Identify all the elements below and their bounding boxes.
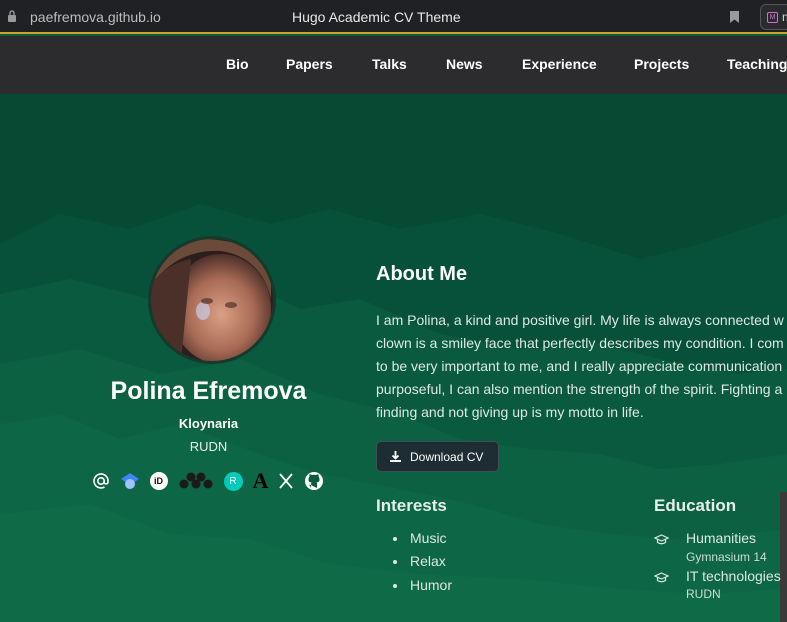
about-heading: About Me bbox=[376, 263, 468, 285]
download-icon bbox=[390, 451, 401, 462]
nav-papers[interactable]: Papers bbox=[286, 56, 333, 72]
interests-heading: Interests bbox=[376, 496, 447, 515]
education-heading: Education bbox=[654, 496, 737, 515]
interest-item: Relax bbox=[410, 553, 446, 569]
list-bullet bbox=[393, 560, 397, 564]
google-scholar-icon[interactable] bbox=[120, 472, 140, 490]
orcid-icon[interactable]: iD bbox=[149, 472, 168, 490]
bio-line: I am Polina, a kind and positive girl. M… bbox=[376, 312, 784, 328]
browser-tab[interactable]: M n bbox=[760, 4, 787, 30]
bio-line: clown is a smiley face that perfectly de… bbox=[376, 335, 784, 351]
page-title: Hugo Academic CV Theme bbox=[292, 9, 461, 25]
profile-name: Polina Efremova bbox=[110, 377, 307, 405]
extension-logo-icon: M bbox=[767, 12, 778, 23]
address-bar-url[interactable]: paefremova.github.io bbox=[30, 9, 161, 25]
site-navbar: Bio Papers Talks News Experience Project… bbox=[0, 36, 787, 94]
profile-photo bbox=[151, 239, 273, 361]
nav-talks[interactable]: Talks bbox=[372, 56, 407, 72]
bio-line: to be very important to me, and I really… bbox=[376, 358, 783, 374]
bookmark-icon[interactable] bbox=[729, 10, 740, 24]
github-icon[interactable] bbox=[304, 471, 324, 491]
download-cv-button[interactable]: Download CV bbox=[376, 441, 499, 472]
profile-role: Kloynaria bbox=[178, 416, 239, 431]
interest-item: Music bbox=[410, 530, 447, 546]
nav-teaching[interactable]: Teaching bbox=[727, 56, 787, 72]
x-icon[interactable] bbox=[278, 472, 294, 490]
email-icon[interactable] bbox=[92, 472, 110, 490]
avatar bbox=[148, 236, 276, 364]
profile-organization: RUDN bbox=[189, 439, 228, 454]
nav-projects[interactable]: Projects bbox=[634, 56, 689, 72]
graduation-cap-icon bbox=[654, 534, 669, 545]
social-links: iD R A bbox=[88, 470, 328, 492]
education-institution: RUDN bbox=[686, 587, 721, 601]
bio-line: finding and not giving up is my motto in… bbox=[376, 404, 644, 420]
nav-news[interactable]: News bbox=[446, 56, 483, 72]
browser-toolbar: paefremova.github.io Hugo Academic CV Th… bbox=[0, 0, 787, 34]
mendeley-icon[interactable] bbox=[178, 472, 214, 490]
bio-line: purposeful, I can also mention the stren… bbox=[376, 381, 783, 397]
list-bullet bbox=[393, 584, 397, 588]
lock-icon bbox=[8, 10, 16, 22]
nav-experience[interactable]: Experience bbox=[522, 56, 597, 72]
download-cv-label: Download CV bbox=[410, 450, 484, 464]
nav-bio[interactable]: Bio bbox=[226, 56, 249, 72]
education-course: IT technologies bbox=[686, 568, 781, 584]
browser-tab-label: n bbox=[782, 10, 787, 24]
researchgate-icon[interactable]: R bbox=[223, 471, 243, 491]
graduation-cap-icon bbox=[654, 572, 669, 583]
education-institution: Gymnasium 14 bbox=[686, 550, 767, 564]
academia-icon[interactable]: A bbox=[253, 470, 269, 492]
list-bullet bbox=[393, 537, 397, 541]
interest-item: Humor bbox=[410, 577, 453, 593]
education-course: Humanities bbox=[686, 530, 757, 546]
